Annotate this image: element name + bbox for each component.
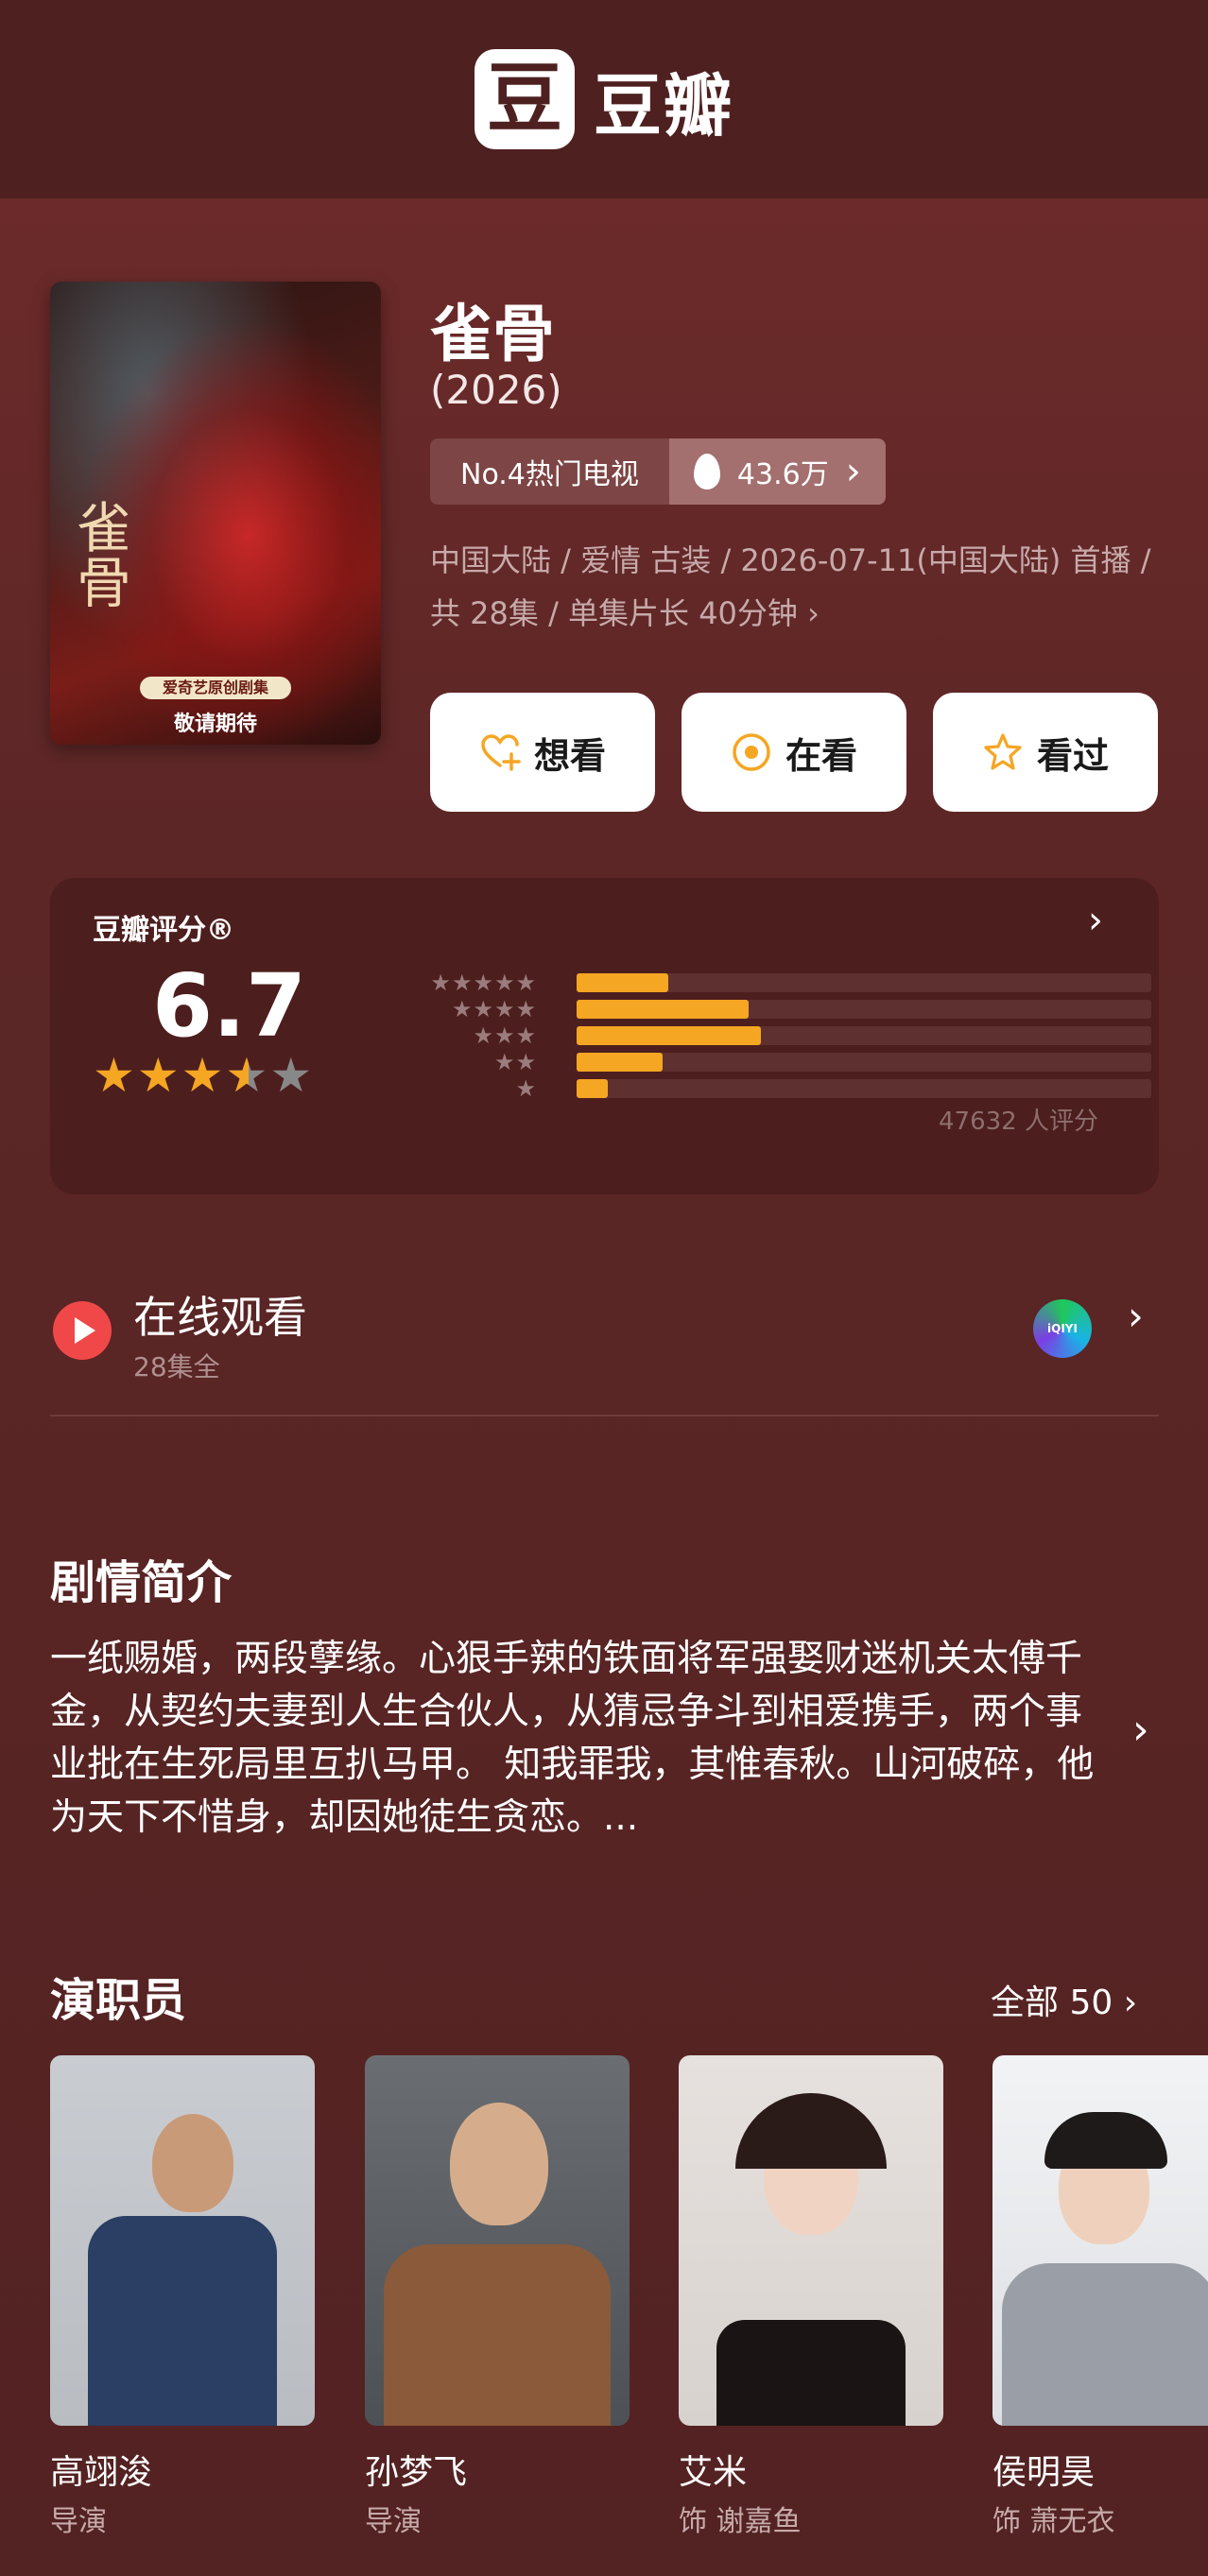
cast-card[interactable]: 高翊浚 导演	[50, 2055, 315, 2539]
dist-bar	[577, 1079, 609, 1098]
dist-track	[577, 1000, 1151, 1019]
cast-card[interactable]: 孙梦飞 导演	[365, 2055, 630, 2539]
dist-track	[577, 973, 1151, 992]
star-full-icon: ★	[93, 1048, 135, 1103]
watching-label: 在看	[785, 734, 857, 777]
cast-role: 导演	[365, 2505, 422, 2538]
rating-dist-row-4: ★★★★	[367, 996, 1151, 1022]
dist-track	[577, 1053, 1151, 1072]
cast-name: 艾米	[679, 2453, 748, 2492]
iqiyi-logo-icon: iQIYI	[1033, 1299, 1092, 1358]
rating-dist-row-3: ★★★	[367, 1022, 1151, 1049]
show-year: (2026)	[430, 367, 562, 413]
rating-score: 6.7	[152, 955, 306, 1056]
want-to-watch-button[interactable]: 想看	[430, 693, 655, 812]
dist-bar	[577, 1053, 664, 1072]
want-to-watch-label: 想看	[533, 734, 606, 777]
cast-photo	[992, 2055, 1208, 2426]
rating-stars: ★ ★ ★ ★ ★	[93, 1052, 312, 1099]
rank-pill[interactable]: No.4热门电视 43.6万 ›	[430, 438, 886, 505]
show-meta[interactable]: 中国大陆 / 爱情 古装 / 2026-07-11(中国大陆) 首播 / 共 2…	[430, 534, 1167, 640]
cast-name: 高翊浚	[50, 2453, 153, 2492]
face-shape	[152, 2114, 233, 2212]
cast-photo	[679, 2055, 943, 2426]
top-shape	[716, 2320, 906, 2426]
watch-online-title: 在线观看	[133, 1292, 307, 1343]
dist-bar	[577, 1026, 761, 1045]
watched-button[interactable]: 看过	[933, 693, 1158, 812]
chevron-right-icon: ›	[1128, 1293, 1144, 1339]
star-full-icon: ★	[136, 1048, 180, 1103]
cast-role: 饰 谢嘉鱼	[679, 2505, 802, 2538]
watch-online-row[interactable]: 在线观看 28集全 iQIYI ›	[50, 1266, 1159, 1417]
face-shape	[450, 2103, 548, 2225]
cast-photo	[50, 2055, 315, 2426]
cast-card[interactable]: 艾米 饰 谢嘉鱼	[679, 2055, 943, 2539]
heart-plus-icon	[481, 734, 521, 771]
cast-heading: 演职员	[50, 1974, 187, 2027]
chevron-right-icon: ›	[1088, 899, 1103, 942]
rating-card[interactable]: 豆瓣评分® › 6.7 ★ ★ ★ ★ ★ ★ ★★★★ ★ ★★★ ★ ★★ ★ ★ …	[50, 878, 1159, 1194]
shirt-shape	[88, 2216, 277, 2426]
poster-coming-soon: 敬请期待	[173, 713, 257, 736]
cast-role: 饰 萧无衣	[992, 2505, 1115, 2538]
dist-stars-label: ★★★★★	[430, 970, 537, 996]
rating-label: 豆瓣评分®	[93, 914, 234, 947]
watch-online-subtitle: 28集全	[133, 1351, 220, 1382]
poster-image[interactable]: 雀骨 爱奇艺原创剧集 敬请期待	[50, 282, 381, 745]
meta-line-2: 共 28集 / 单集片长 40分钟 ›	[430, 595, 820, 631]
star-outline-icon	[984, 733, 1022, 770]
dist-track	[577, 1026, 1151, 1045]
rating-dist-row-5: ★★★★★	[367, 970, 1151, 996]
jacket-shape	[384, 2244, 611, 2426]
rating-dist-row-1: ★	[367, 1075, 1151, 1102]
hoodie-shape	[1002, 2263, 1208, 2426]
target-circle-icon	[733, 733, 770, 771]
cast-card[interactable]: 侯明昊 饰 萧无衣	[992, 2055, 1208, 2539]
play-icon	[53, 1301, 112, 1360]
cast-photo	[365, 2055, 630, 2426]
heat-value: 43.6万	[736, 458, 829, 491]
synopsis-text[interactable]: 一纸赐婚，两段孽缘。心狠手辣的铁面将军强娶财迷机关太傅千金，从契约夫妻到人生合伙…	[50, 1633, 1118, 1845]
cast-name: 侯明昊	[992, 2453, 1096, 2492]
poster-badge: 爱奇艺原创剧集	[140, 677, 291, 699]
fire-icon	[693, 454, 720, 489]
watching-button[interactable]: 在看	[682, 693, 906, 812]
dist-bar	[577, 1000, 750, 1019]
rank-label: No.4热门电视	[430, 438, 669, 505]
synopsis-heading: 剧情简介	[50, 1556, 233, 1609]
star-half-icon: ★	[225, 1052, 267, 1099]
cast-role: 导演	[50, 2505, 107, 2538]
star-empty-icon: ★	[269, 1048, 313, 1103]
poster-title: 雀骨	[67, 499, 131, 609]
cast-all-link[interactable]: 全部 50 ›	[991, 1975, 1137, 2024]
chevron-right-icon: ›	[845, 450, 861, 493]
cast-all-label: 全部 50	[991, 1984, 1113, 2022]
dist-stars-label: ★★★★	[451, 996, 537, 1022]
rating-dist-row-2: ★★	[367, 1049, 1151, 1075]
show-title: 雀骨	[430, 298, 555, 370]
rating-count: 47632 人评分	[939, 1108, 1098, 1136]
heat-badge: 43.6万 ›	[668, 438, 886, 505]
dist-bar	[577, 973, 669, 992]
dist-track	[577, 1079, 1151, 1098]
hair-shape	[1044, 2112, 1167, 2169]
meta-line-1: 中国大陆 / 爱情 古装 / 2026-07-11(中国大陆) 首播 /	[430, 542, 1151, 578]
app-logo-text: 豆瓣	[593, 65, 733, 146]
dist-stars-label: ★	[515, 1075, 537, 1102]
douban-logo-icon: 豆	[474, 49, 575, 149]
divider	[50, 1415, 1159, 1417]
dist-stars-label: ★★	[493, 1049, 537, 1075]
star-full-icon: ★	[181, 1048, 224, 1103]
dist-stars-label: ★★★	[473, 1022, 537, 1049]
chevron-right-icon[interactable]: ›	[1132, 1706, 1149, 1754]
cast-name: 孙梦飞	[365, 2453, 468, 2492]
app-header: 豆 豆瓣	[0, 0, 1208, 198]
hair-shape	[735, 2093, 887, 2169]
watched-label: 看过	[1036, 734, 1109, 777]
